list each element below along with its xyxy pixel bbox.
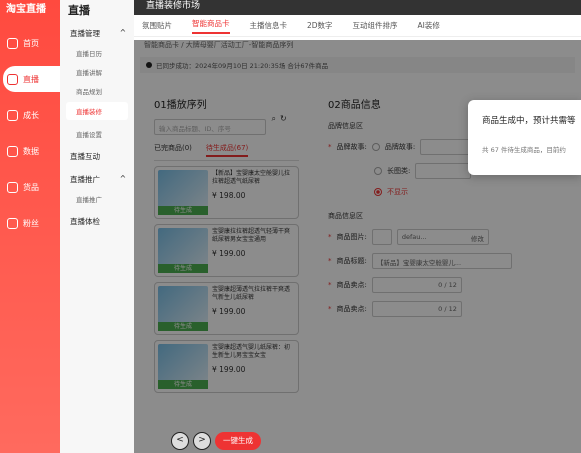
tab-2d[interactable]: 2D数字 bbox=[307, 20, 333, 31]
next-button[interactable]: > bbox=[193, 432, 211, 450]
tab-bar: 氛围贴片 智能商品卡 主播信息卡 2D数字 互动组件排序 AI装修 bbox=[134, 15, 581, 37]
tab-ai[interactable]: AI装修 bbox=[418, 20, 440, 31]
subnav-title: 直播 bbox=[68, 4, 90, 17]
subnav-item-plan[interactable]: 商品规划 bbox=[60, 77, 134, 96]
progress-toast: 商品生成中，预计共需等 共 67 件待生成商品，目前约 bbox=[468, 100, 581, 175]
tab-smart-card[interactable]: 智能商品卡 bbox=[192, 18, 230, 34]
bottom-actions: < > 一键生成 bbox=[171, 430, 279, 452]
data-icon bbox=[7, 145, 18, 157]
growth-icon bbox=[7, 109, 18, 121]
home-icon bbox=[7, 37, 18, 49]
chevron-up-icon: ^ bbox=[119, 174, 126, 183]
fans-icon bbox=[7, 217, 18, 229]
generate-all-button[interactable]: 一键生成 bbox=[215, 432, 261, 450]
brand-logo: 淘宝直播 bbox=[6, 4, 46, 15]
subnav-item-settings[interactable]: 直播设置 bbox=[60, 120, 134, 139]
toast-detail: 共 67 件待生成商品，目前约 bbox=[482, 146, 566, 154]
live-icon bbox=[7, 73, 18, 85]
nav-data[interactable]: 数据 bbox=[0, 138, 60, 164]
subnav-item-decor[interactable]: 直播装修 bbox=[66, 102, 128, 120]
prev-button[interactable]: < bbox=[171, 432, 189, 450]
toast-title: 商品生成中，预计共需等 bbox=[482, 116, 576, 126]
nav-growth[interactable]: 成长 bbox=[0, 102, 60, 128]
subnav-group-promote[interactable]: 直播推广 ^ bbox=[60, 162, 134, 185]
subnav-group-interact[interactable]: 直播互动 bbox=[60, 139, 134, 162]
tab-sort[interactable]: 互动组件排序 bbox=[353, 20, 398, 31]
subnav-item-explain[interactable]: 直播讲解 bbox=[60, 58, 134, 77]
secondary-nav: 直播 直播管理 ^ 直播日历 直播讲解 商品规划 直播装修 直播设置 直播互动 直… bbox=[60, 0, 134, 453]
page-title: 直播装修市场 bbox=[134, 0, 581, 15]
nav-fans[interactable]: 粉丝 bbox=[0, 210, 60, 236]
subnav-group-check[interactable]: 直播体检 bbox=[60, 204, 134, 227]
primary-nav: 淘宝直播 首页 直播 成长 数据 货品 粉丝 bbox=[0, 0, 60, 453]
tab-anchor-card[interactable]: 主播信息卡 bbox=[250, 20, 288, 31]
subnav-item-promote[interactable]: 直播推广 bbox=[60, 185, 134, 204]
nav-home[interactable]: 首页 bbox=[0, 30, 60, 56]
goods-icon bbox=[7, 181, 18, 193]
tab-overlay[interactable]: 氛围贴片 bbox=[142, 20, 172, 31]
nav-goods[interactable]: 货品 bbox=[0, 174, 60, 200]
nav-live[interactable]: 直播 bbox=[3, 66, 60, 92]
subnav-group-manage[interactable]: 直播管理 ^ bbox=[60, 22, 134, 39]
subnav-item-calendar[interactable]: 直播日历 bbox=[60, 39, 134, 58]
chevron-up-icon: ^ bbox=[119, 28, 126, 37]
